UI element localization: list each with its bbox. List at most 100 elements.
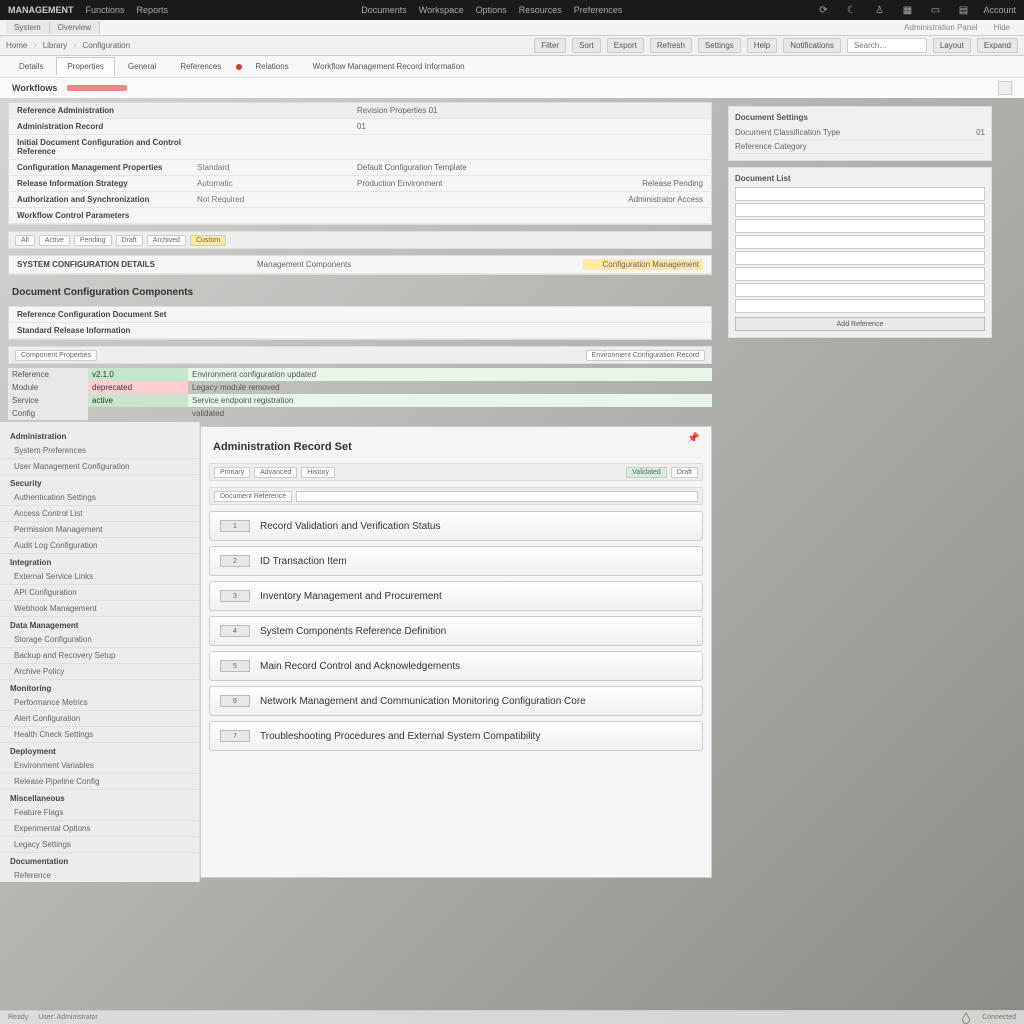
modal-filter-input[interactable] (296, 491, 698, 502)
menu-documents[interactable]: Documents (361, 5, 407, 15)
doclist-input[interactable] (735, 203, 985, 217)
accordion-label: Inventory Management and Procurement (260, 591, 442, 602)
subtab-advanced[interactable]: Advanced (254, 467, 297, 478)
sidelist-item[interactable]: Alert Configuration (0, 711, 199, 727)
layout-button[interactable]: Layout (933, 38, 971, 53)
sidelist-item[interactable]: Authentication Settings (0, 490, 199, 506)
add-reference-button[interactable]: Add Reference (735, 317, 985, 331)
notifications-button[interactable]: Notifications (783, 38, 841, 53)
summary-panel: Reference Administration Revision Proper… (8, 102, 712, 225)
refresh-button[interactable]: Refresh (650, 38, 692, 53)
summary-row[interactable]: Authorization and SynchronizationNot Req… (9, 192, 711, 208)
doclist-input[interactable] (735, 235, 985, 249)
sidelist-item[interactable]: Health Check Settings (0, 727, 199, 743)
sidelist-item[interactable]: Legacy Settings (0, 837, 199, 853)
menu-options[interactable]: Options (476, 5, 507, 15)
tab-overview[interactable]: Overview (50, 21, 100, 34)
menu-resources[interactable]: Resources (519, 5, 562, 15)
summary-row[interactable]: Workflow Control Parameters (9, 208, 711, 224)
filter-chip[interactable]: Draft (116, 235, 143, 246)
sort-button[interactable]: Sort (572, 38, 601, 53)
sidelist-item[interactable]: Archive Policy (0, 664, 199, 680)
component-row[interactable]: Standard Release Information (17, 326, 703, 335)
filter-chip[interactable]: Active (39, 235, 70, 246)
doclist-input[interactable] (735, 251, 985, 265)
help-button[interactable]: Help (747, 38, 777, 53)
sidelist-item[interactable]: Storage Configuration (0, 632, 199, 648)
navtab-general[interactable]: General (117, 57, 167, 76)
filter-chip[interactable]: Custom (190, 235, 226, 246)
tab-system[interactable]: System (6, 21, 50, 34)
doclist-input[interactable] (735, 283, 985, 297)
accordion-number: 6 (220, 695, 250, 707)
summary-row[interactable]: Administration Record01 (9, 119, 711, 135)
accordion-item[interactable]: 5Main Record Control and Acknowledgement… (209, 651, 703, 681)
sidelist-item[interactable]: System Preferences (0, 443, 199, 459)
breadcrumb-config[interactable]: Configuration (82, 41, 130, 50)
record-set-panel: 📌 Administration Record Set Primary Adva… (200, 426, 712, 878)
filter-chip[interactable]: All (15, 235, 35, 246)
navtab-relations[interactable]: Relations (244, 57, 299, 76)
search-input[interactable] (847, 38, 927, 53)
sidelist-item[interactable]: Environment Variables (0, 758, 199, 774)
doclist-input[interactable] (735, 219, 985, 233)
sync-icon[interactable]: ⟳ (815, 2, 831, 18)
navtab-properties[interactable]: Properties (56, 57, 114, 76)
sidelist-item[interactable]: Backup and Recovery Setup (0, 648, 199, 664)
doclist-input[interactable] (735, 267, 985, 281)
component-row[interactable]: Reference Configuration Document Set (17, 310, 703, 319)
moon-icon[interactable]: ☾ (843, 2, 859, 18)
accordion-item[interactable]: 6Network Management and Communication Mo… (209, 686, 703, 716)
doclist-input[interactable] (735, 187, 985, 201)
menu-reports[interactable]: Reports (137, 5, 169, 15)
filter-chip[interactable]: Pending (74, 235, 112, 246)
menu-preferences[interactable]: Preferences (574, 5, 623, 15)
sidelist-item[interactable]: Reference (0, 868, 199, 882)
accordion-item[interactable]: 7Troubleshooting Procedures and External… (209, 721, 703, 751)
accordion-item[interactable]: 3Inventory Management and Procurement (209, 581, 703, 611)
filter-chip[interactable]: Archived (147, 235, 186, 246)
menu-workspace[interactable]: Workspace (419, 5, 464, 15)
sidelist-item[interactable]: Experimental Options (0, 821, 199, 837)
summary-row[interactable]: Initial Document Configuration and Contr… (9, 135, 711, 160)
summary-row[interactable]: Configuration Management PropertiesStand… (9, 160, 711, 176)
accordion-item[interactable]: 1Record Validation and Verification Stat… (209, 511, 703, 541)
sidelist-item[interactable]: API Configuration (0, 585, 199, 601)
doclist-input[interactable] (735, 299, 985, 313)
minimize-panel-button[interactable] (998, 81, 1012, 95)
user-icon[interactable]: ♙ (871, 2, 887, 18)
sidelist-item[interactable]: Audit Log Configuration (0, 538, 199, 554)
breadcrumb-library[interactable]: Library (43, 41, 67, 50)
breadcrumb-home[interactable]: Home (6, 41, 27, 50)
filter-button[interactable]: Filter (534, 38, 566, 53)
subtab-history[interactable]: History (301, 467, 335, 478)
settings-button[interactable]: Settings (698, 38, 741, 53)
section-title: SYSTEM CONFIGURATION DETAILS (17, 260, 257, 269)
sidelist-item[interactable]: Permission Management (0, 522, 199, 538)
export-button[interactable]: Export (607, 38, 644, 53)
accordion-item[interactable]: 2ID Transaction Item (209, 546, 703, 576)
pin-icon[interactable]: 📌 (687, 433, 699, 445)
panel-icon[interactable]: ▤ (955, 2, 971, 18)
components-panel: Reference Configuration Document Set Sta… (8, 306, 712, 340)
accordion-item[interactable]: 4System Components Reference Definition (209, 616, 703, 646)
sidelist-item[interactable]: Access Control List (0, 506, 199, 522)
expand-button[interactable]: Expand (977, 38, 1018, 53)
navtab-workflow[interactable]: Workflow Management Record Information (302, 57, 476, 76)
sidelist-item[interactable]: External Service Links (0, 569, 199, 585)
navtab-references[interactable]: References (169, 57, 232, 76)
sidelist-item[interactable]: Release Pipeline Config (0, 774, 199, 790)
tabbar-hide-button[interactable]: Hide (986, 23, 1018, 32)
navtab-details[interactable]: Details (8, 57, 54, 76)
sidelist-item[interactable]: Webhook Management (0, 601, 199, 617)
sidelist-item[interactable]: Performance Metrics (0, 695, 199, 711)
account-label[interactable]: Account (983, 5, 1016, 15)
grid-icon[interactable]: ▦ (899, 2, 915, 18)
window-icon[interactable]: ▭ (927, 2, 943, 18)
menu-functions[interactable]: Functions (86, 5, 125, 15)
sidelist-item[interactable]: User Management Configuration (0, 459, 199, 475)
subtab-primary[interactable]: Primary (214, 467, 250, 478)
sidelist-item[interactable]: Feature Flags (0, 805, 199, 821)
status-ready: Ready (8, 1014, 28, 1021)
summary-row[interactable]: Release Information StrategyAutomaticPro… (9, 176, 711, 192)
